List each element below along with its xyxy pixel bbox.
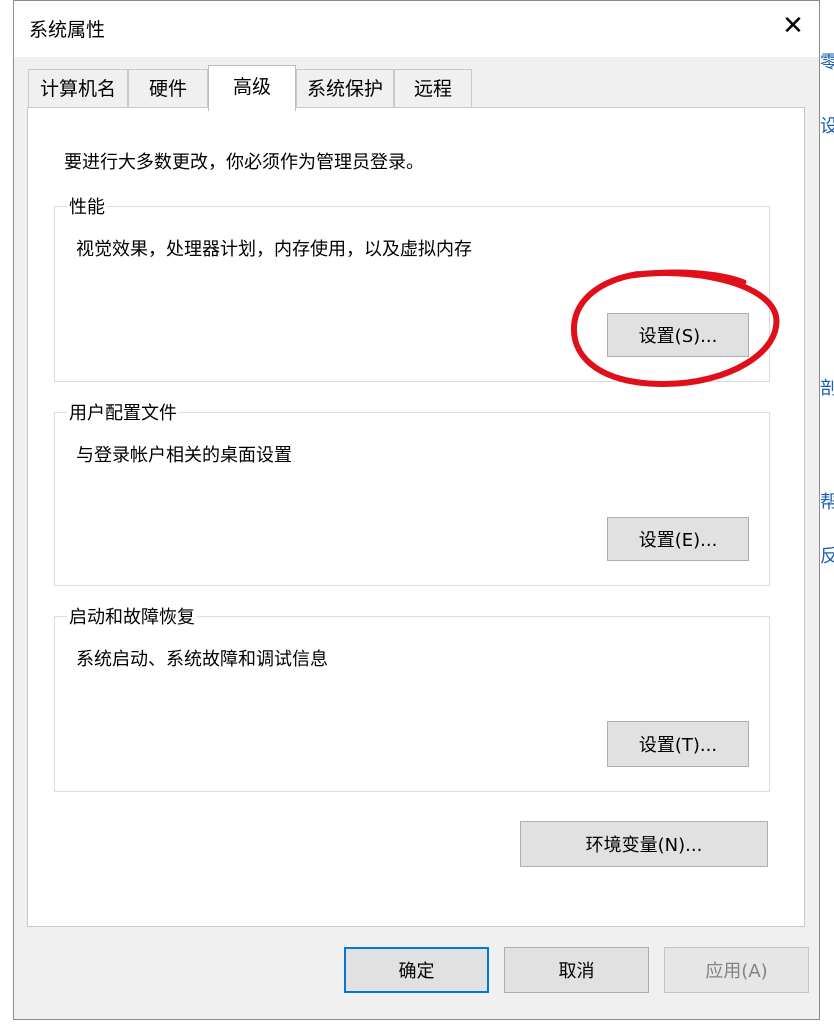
background-glyph: 帮 xyxy=(820,492,834,513)
tab-remote[interactable]: 远程 xyxy=(394,69,472,111)
startup-recovery-group-label: 启动和故障恢复 xyxy=(67,603,197,629)
tab-advanced[interactable]: 高级 xyxy=(208,65,296,111)
tab-hardware[interactable]: 硬件 xyxy=(128,69,208,111)
background-glyph: 剖 xyxy=(820,378,834,399)
background-window-edge: 零 设 剖 帮 反 xyxy=(818,0,834,1024)
user-profiles-description: 与登录帐户相关的桌面设置 xyxy=(76,445,292,466)
startup-recovery-group: 启动和故障恢复 系统启动、系统故障和调试信息 设置(T)... xyxy=(54,603,770,792)
background-glyph: 设 xyxy=(820,116,834,137)
dialog-footer: 确定 取消 应用(A) xyxy=(14,929,819,1019)
user-profiles-group: 用户配置文件 与登录帐户相关的桌面设置 设置(E)... xyxy=(54,399,770,586)
startup-recovery-description: 系统启动、系统故障和调试信息 xyxy=(76,649,328,670)
performance-group-label: 性能 xyxy=(67,193,107,219)
advanced-tab-panel: 要进行大多数更改，你必须作为管理员登录。 性能 视觉效果，处理器计划，内存使用，… xyxy=(27,107,805,927)
performance-group: 性能 视觉效果，处理器计划，内存使用，以及虚拟内存 设置(S)... xyxy=(54,193,770,382)
tab-system-protection[interactable]: 系统保护 xyxy=(296,69,394,111)
tab-computer-name[interactable]: 计算机名 xyxy=(28,69,128,111)
performance-settings-button[interactable]: 设置(S)... xyxy=(607,313,749,357)
tab-label: 系统保护 xyxy=(306,78,383,100)
close-icon: ✕ xyxy=(782,11,804,41)
user-profiles-group-label: 用户配置文件 xyxy=(67,399,179,425)
apply-button[interactable]: 应用(A) xyxy=(664,947,809,993)
tab-label: 高级 xyxy=(232,76,271,98)
close-button[interactable]: ✕ xyxy=(767,1,819,53)
startup-recovery-settings-button[interactable]: 设置(T)... xyxy=(607,721,749,767)
tab-label: 计算机名 xyxy=(39,78,116,100)
admin-notice: 要进行大多数更改，你必须作为管理员登录。 xyxy=(64,152,424,173)
ok-button[interactable]: 确定 xyxy=(344,947,489,993)
background-glyph: 反 xyxy=(820,546,834,567)
window-title: 系统属性 xyxy=(29,19,106,41)
system-properties-dialog: 系统属性 ✕ 计算机名 硬件 高级 系统保护 远程 要进行大多数更改，你必须作为… xyxy=(13,0,820,1020)
cancel-button[interactable]: 取消 xyxy=(504,947,649,993)
tab-label: 远程 xyxy=(413,78,452,100)
performance-description: 视觉效果，处理器计划，内存使用，以及虚拟内存 xyxy=(76,239,472,260)
tab-label: 硬件 xyxy=(148,78,187,100)
environment-variables-button[interactable]: 环境变量(N)... xyxy=(520,821,768,867)
title-bar: 系统属性 ✕ xyxy=(14,1,819,57)
background-glyph: 零 xyxy=(820,52,834,73)
user-profiles-settings-button[interactable]: 设置(E)... xyxy=(607,517,749,561)
